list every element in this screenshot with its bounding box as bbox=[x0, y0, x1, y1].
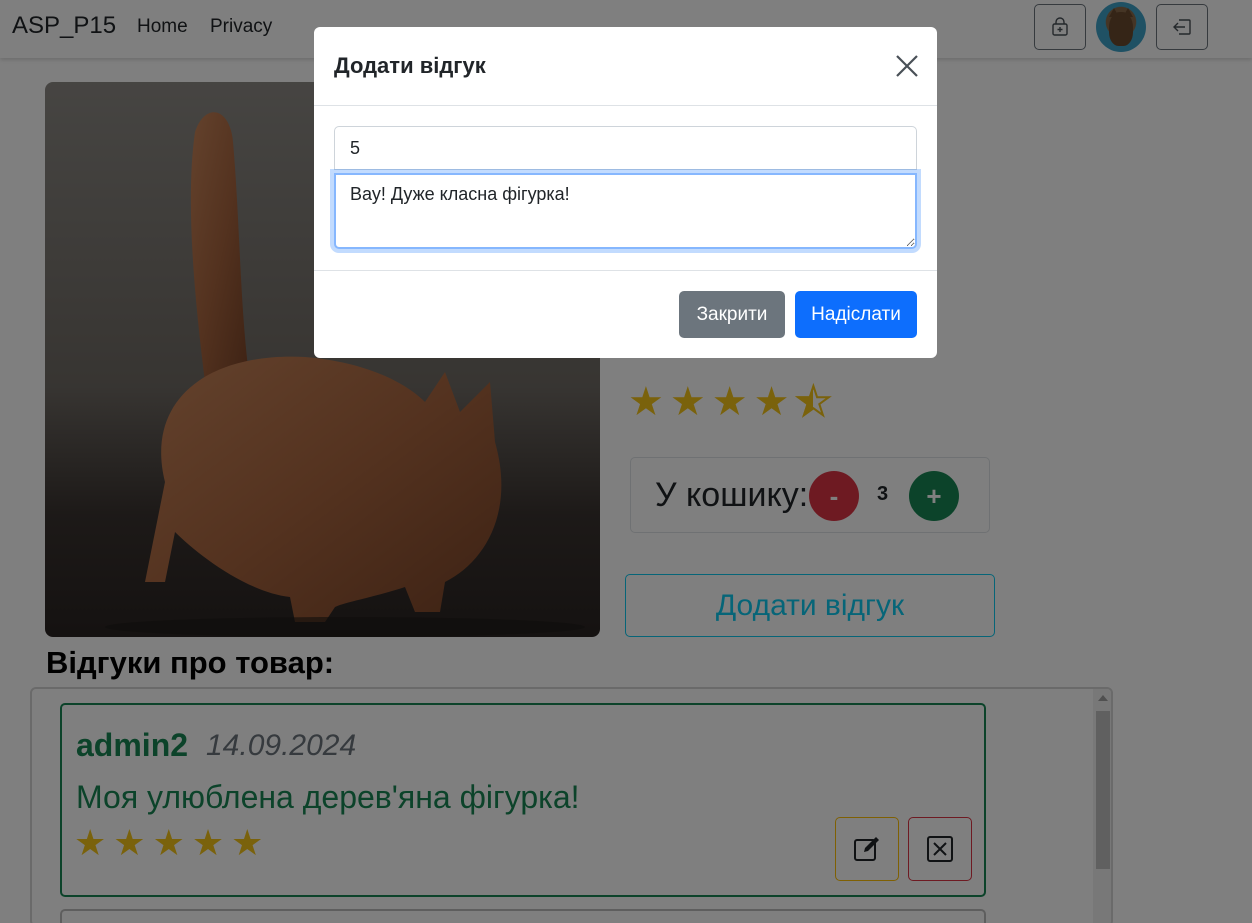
review-comment-textarea[interactable]: Вау! Дуже класна фігурка! bbox=[334, 173, 917, 249]
rating-input[interactable] bbox=[334, 126, 917, 170]
modal-title: Додати відгук bbox=[334, 53, 486, 78]
send-button[interactable]: Надіслати bbox=[795, 291, 917, 338]
close-icon bbox=[896, 55, 918, 77]
modal-close-button[interactable] bbox=[894, 53, 920, 79]
modal-footer-divider bbox=[314, 270, 937, 271]
modal-header-divider bbox=[314, 105, 937, 106]
close-button[interactable]: Закрити bbox=[679, 291, 785, 338]
add-review-modal: Додати відгук Вау! Дуже класна фігурка! … bbox=[314, 27, 937, 358]
